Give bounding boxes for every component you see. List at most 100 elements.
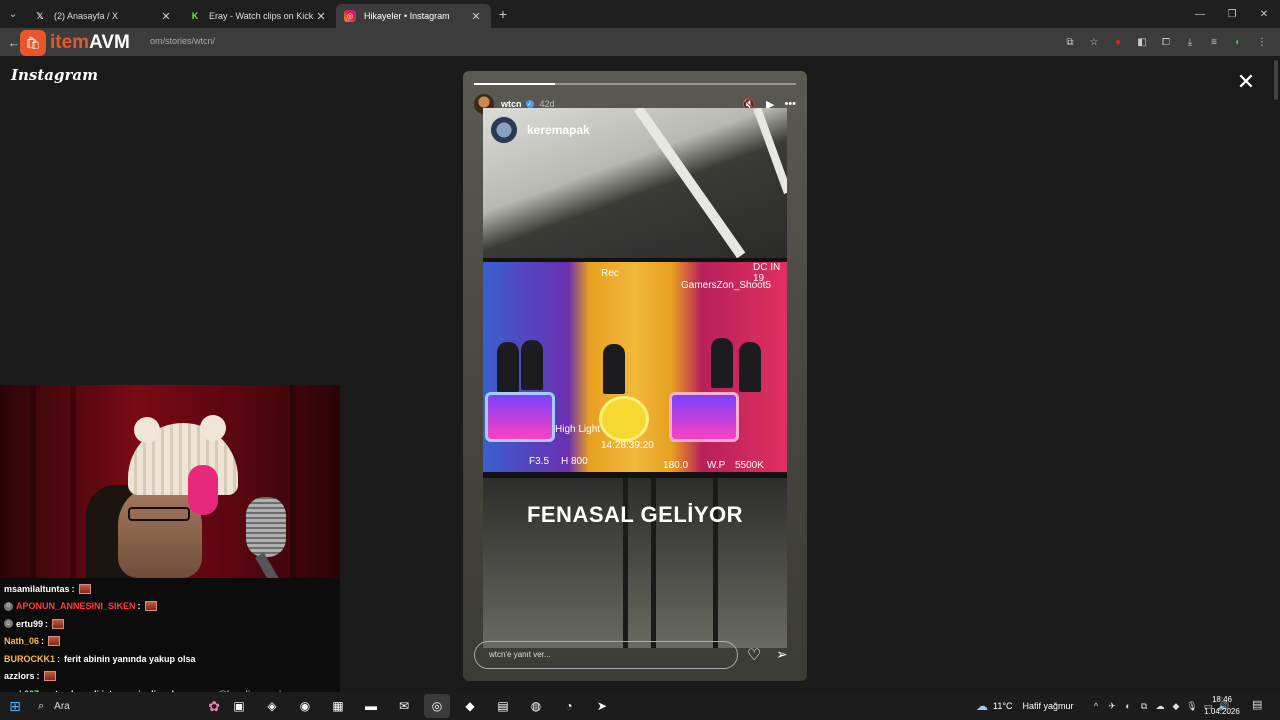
shutter-label: H 800 bbox=[561, 456, 588, 467]
url-field[interactable]: om/stories/wtcn/ bbox=[150, 36, 215, 46]
chat-message: ☺ APONUN_ANNESINI_SIKEN: bbox=[4, 598, 336, 616]
chat-username[interactable]: APONUN_ANNESINI_SIKEN bbox=[16, 601, 136, 611]
obs-icon[interactable]: ◔ bbox=[556, 694, 582, 718]
taskbar-search[interactable]: ⌕ Ara ✿ bbox=[30, 694, 220, 718]
tab-close-button[interactable]: ✕ bbox=[159, 10, 173, 23]
avatar bbox=[490, 116, 518, 144]
profile-icon[interactable]: ◐ bbox=[1228, 32, 1248, 52]
steam-icon[interactable]: ➤ bbox=[589, 694, 615, 718]
tab-instagram[interactable]: ◎ Hikayeler • Instagram ✕ bbox=[336, 4, 491, 28]
chat-emote-icon bbox=[78, 583, 91, 594]
instagram-icon: ◎ bbox=[344, 10, 356, 22]
send-icon[interactable]: ➢ bbox=[776, 646, 788, 663]
tab-kick[interactable]: K Eray - Watch clips on Kick ✕ bbox=[181, 4, 336, 28]
discord-icon[interactable]: ◍ bbox=[523, 694, 549, 718]
tab-x[interactable]: 𝕏 (2) Anasayfa / X ✕ bbox=[26, 4, 181, 28]
chat-message: Nath_06: bbox=[4, 633, 336, 651]
instagram-logo[interactable]: Instagram bbox=[11, 66, 98, 84]
notes-icon[interactable]: ◆ bbox=[457, 694, 483, 718]
chat-emote-icon bbox=[144, 601, 157, 612]
notification-icon[interactable]: ▤ bbox=[1252, 698, 1262, 711]
tab-close-button[interactable]: ✕ bbox=[314, 10, 328, 23]
kelvin-label: 5500K bbox=[735, 460, 764, 471]
windows-taskbar: ⊞ ⌕ Ara ✿ ▣ ◈ ◉ ▦ ▬ ✉ ◎ ◆ ▤ ◍ ◔ ➤ bbox=[0, 692, 1280, 720]
new-tab-button[interactable]: + bbox=[491, 6, 515, 22]
chat-separator: : bbox=[57, 653, 61, 664]
camera-monitor: Rec GamersZon_Shoot5 DC IN 19 High Light… bbox=[483, 258, 787, 478]
chat-message: azzlors: bbox=[4, 668, 336, 686]
chat-username[interactable]: Nath_06 bbox=[4, 636, 39, 646]
chat-username[interactable]: azzlors bbox=[4, 671, 35, 681]
tab-search-button[interactable]: ⌄ bbox=[0, 0, 26, 28]
chat-emote-icon bbox=[43, 671, 56, 682]
reply-input[interactable]: wtcn'e yanıt ver... bbox=[474, 641, 738, 669]
chat-separator: : bbox=[71, 583, 75, 594]
windows-start-icon[interactable]: ⊞ bbox=[0, 698, 30, 715]
weather-widget[interactable]: ☁ 11°C Hafif yağmur bbox=[976, 692, 1073, 720]
chat-badge-icon: ☺ bbox=[4, 601, 13, 611]
task-view-icon[interactable]: ▣ bbox=[226, 694, 252, 718]
chat-emote-icon bbox=[52, 618, 65, 629]
extension-icon[interactable]: ◧ bbox=[1132, 32, 1152, 52]
tray-app-icon[interactable]: ☁ bbox=[1154, 701, 1166, 712]
close-story-button[interactable]: ✕ bbox=[1234, 70, 1258, 94]
chat-badge-icon: ☺ bbox=[4, 619, 13, 629]
wp-label: W.P bbox=[707, 460, 726, 471]
tab-close-button[interactable]: ✕ bbox=[469, 10, 483, 23]
tab-title: Eray - Watch clips on Kick bbox=[209, 11, 314, 21]
file-explorer-icon[interactable]: ▬ bbox=[358, 694, 384, 718]
microphone-icon bbox=[246, 497, 286, 557]
restore-icon[interactable]: ❐ bbox=[1216, 0, 1248, 28]
chat-username[interactable]: BUROCKK1 bbox=[4, 654, 55, 664]
chat-message: msamilaltuntas: bbox=[4, 580, 336, 598]
download-icon[interactable]: ⤓ bbox=[1180, 32, 1200, 52]
heart-icon[interactable]: ♡ bbox=[747, 645, 761, 665]
browser-tabbar: ⌄ 𝕏 (2) Anasayfa / X ✕ K Eray - Watch cl… bbox=[0, 0, 1280, 28]
chat-username[interactable]: ertu99 bbox=[16, 619, 43, 629]
copilot-icon[interactable]: ◈ bbox=[259, 694, 285, 718]
voicemeeter-icon[interactable]: ▤ bbox=[490, 694, 516, 718]
scrollbar[interactable] bbox=[1272, 56, 1280, 692]
search-icon: ⌕ bbox=[38, 699, 45, 712]
story-viewer[interactable]: wtcn ✓ 42d 🔇 ▶ ••• Rec GamersZon_Shoot5 bbox=[463, 71, 807, 681]
minimize-icon[interactable]: — bbox=[1184, 0, 1216, 28]
menu-dots-icon[interactable]: ⋮ bbox=[1252, 32, 1272, 52]
highlight-label: High Light bbox=[555, 424, 601, 435]
bookmark-star-icon[interactable]: ☆ bbox=[1084, 32, 1104, 52]
tray-app-icon[interactable]: ✈ bbox=[1106, 701, 1118, 712]
tab-title: (2) Anasayfa / X bbox=[54, 11, 119, 21]
chat-emote-icon bbox=[48, 636, 61, 647]
flower-icon: ✿ bbox=[208, 697, 220, 714]
extension-red-icon[interactable]: ● bbox=[1108, 32, 1128, 52]
tray-app-icon[interactable]: ◐ bbox=[1122, 701, 1134, 711]
edge-icon[interactable]: ◉ bbox=[292, 694, 318, 718]
timecode-label: 14:28:39:20 bbox=[601, 440, 654, 451]
story-caption: FENASAL GELİYOR bbox=[526, 502, 744, 527]
chrome-icon[interactable]: ◎ bbox=[424, 694, 450, 718]
system-clock[interactable]: 18:46 1.04.2026 bbox=[1202, 694, 1242, 718]
close-window-icon[interactable]: ✕ bbox=[1248, 0, 1280, 28]
story-video[interactable]: Rec GamersZon_Shoot5 DC IN 19 High Light… bbox=[483, 108, 787, 648]
chevron-up-icon[interactable]: ^ bbox=[1090, 701, 1102, 711]
install-icon[interactable]: ⧉ bbox=[1060, 32, 1080, 52]
tray-app-icon[interactable]: ⧉ bbox=[1138, 701, 1150, 712]
mic-tray-icon[interactable]: 🎙 bbox=[1186, 701, 1198, 712]
chat-username[interactable]: msamilaltuntas bbox=[4, 584, 70, 594]
toolbar-icons: ⧉ ☆ ● ◧ ⧠ ⤓ ≡ ◐ ⋮ bbox=[1060, 32, 1272, 52]
stream-chat: msamilaltuntas: ☺ APONUN_ANNESINI_SIKEN: ☺ e… bbox=[0, 578, 340, 699]
chat-separator: : bbox=[45, 618, 49, 629]
media-icon[interactable]: ≡ bbox=[1204, 32, 1224, 52]
tray-app-icon[interactable]: ◆ bbox=[1170, 701, 1182, 712]
store-icon[interactable]: ▦ bbox=[325, 694, 351, 718]
webcam-overlay bbox=[0, 385, 340, 578]
chat-message: BUROCKK1: ferit abinin yanında yakup olsa bbox=[4, 650, 336, 668]
aperture-label: F3.5 bbox=[529, 456, 550, 467]
mention-sticker[interactable]: keremapak bbox=[490, 116, 590, 144]
itemavm-watermark: 🛍 itemAVM bbox=[20, 28, 130, 58]
outlook-icon[interactable]: ✉ bbox=[391, 694, 417, 718]
extensions-puzzle-icon[interactable]: ⧠ bbox=[1156, 32, 1176, 52]
chat-separator: : bbox=[36, 671, 40, 682]
angle-label: 180.0 bbox=[663, 460, 689, 471]
kick-icon: K bbox=[191, 11, 199, 21]
chat-separator: : bbox=[137, 601, 141, 612]
